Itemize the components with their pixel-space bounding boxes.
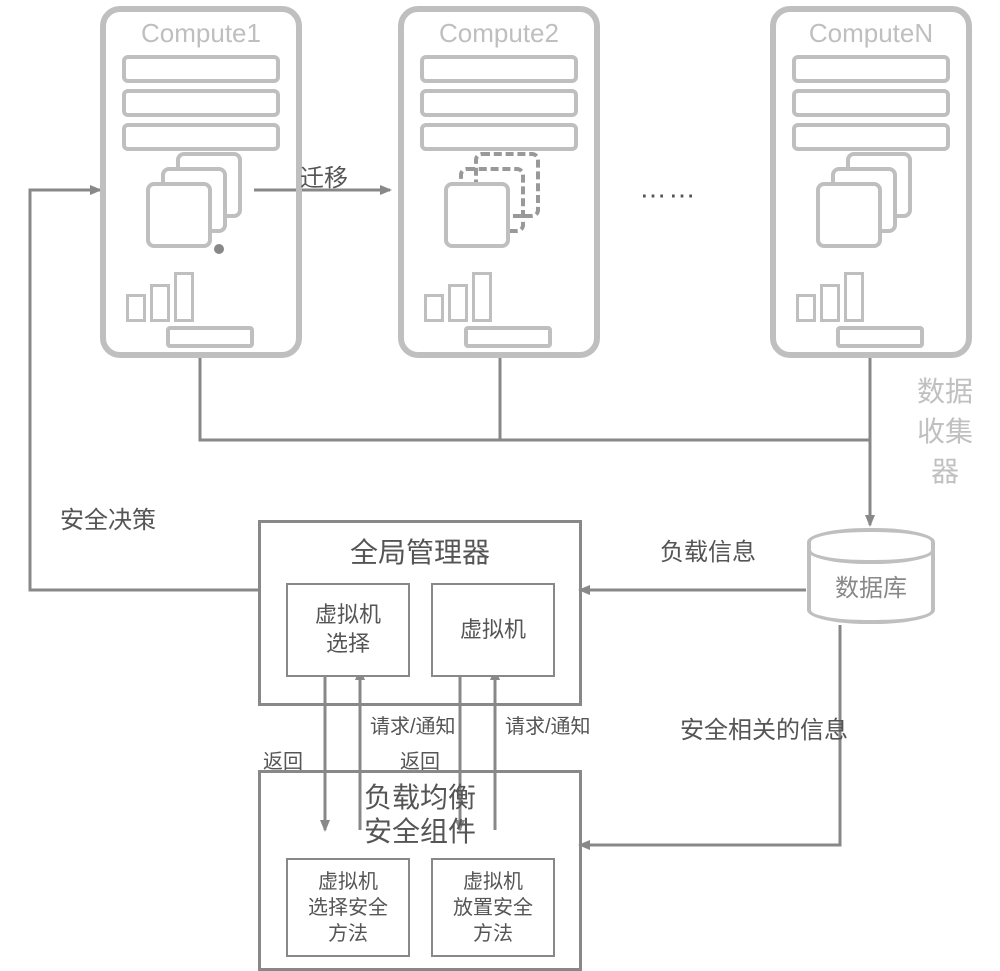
drive-bay (420, 55, 578, 83)
server-computeN: ComputeN (770, 6, 972, 358)
collector-tray (464, 326, 552, 348)
drive-bay (792, 89, 950, 117)
collector-tray (836, 326, 924, 348)
drive-bay (420, 89, 578, 117)
db-top (807, 528, 935, 564)
drive-bay (122, 55, 280, 83)
text: 虚拟机 (463, 869, 523, 895)
label-migrate: 迁移 (300, 158, 348, 193)
db-label: 数据库 (835, 568, 907, 603)
text: 虚拟机 (460, 616, 526, 645)
drive-bay (122, 89, 280, 117)
text: 收集器 (905, 410, 985, 490)
text: 选择 (326, 630, 370, 659)
text: 放置安全 (453, 895, 533, 921)
vm-place-security-method: 虚拟机 放置安全 方法 (431, 858, 555, 957)
server-title: Compute1 (106, 18, 296, 49)
label-req-notify-2: 请求/通知 (505, 710, 591, 739)
text: 方法 (473, 921, 513, 947)
usage-bars (424, 272, 492, 322)
vm-place-box: 虚拟机 (431, 583, 555, 677)
vm-card (816, 182, 882, 248)
drive-bay (420, 123, 578, 151)
drive-bay (792, 55, 950, 83)
label-load-info: 负载信息 (660, 532, 756, 567)
text: 安全组件 (261, 815, 579, 849)
label-data-collector: 数据 收集器 (905, 370, 985, 490)
usage-bars (796, 272, 864, 322)
server-title: Compute2 (404, 18, 594, 49)
server-compute2: Compute2 (398, 6, 600, 358)
vm-select-box: 虚拟机 选择 (286, 583, 410, 677)
text: 方法 (328, 921, 368, 947)
text: 数据 (905, 370, 985, 410)
label-req-notify-1: 请求/通知 (370, 710, 456, 739)
vm-card (444, 182, 510, 248)
ellipsis: ⋯⋯ (640, 180, 698, 211)
global-manager: 全局管理器 虚拟机 选择 虚拟机 (258, 520, 582, 706)
lb-security-component: 负载均衡 安全组件 虚拟机 选择安全 方法 虚拟机 放置安全 方法 (258, 770, 582, 971)
global-manager-title: 全局管理器 (261, 531, 579, 571)
label-security-decision: 安全决策 (60, 500, 156, 535)
text: 负载均衡 (261, 781, 579, 815)
server-title: ComputeN (776, 18, 966, 49)
drive-bay (792, 123, 950, 151)
text: 虚拟机 (318, 869, 378, 895)
vm-card (146, 182, 212, 248)
vm-select-security-method: 虚拟机 选择安全 方法 (286, 858, 410, 957)
usage-bars (126, 272, 194, 322)
drive-bay (122, 123, 280, 151)
label-security-related-info: 安全相关的信息 (680, 710, 848, 745)
lb-title: 负载均衡 安全组件 (261, 781, 579, 848)
collector-tray (166, 326, 254, 348)
text: 选择安全 (308, 895, 388, 921)
database: 数据库 (807, 528, 935, 624)
server-compute1: Compute1 (100, 6, 302, 358)
status-dot (214, 244, 224, 254)
text: 虚拟机 (315, 601, 381, 630)
